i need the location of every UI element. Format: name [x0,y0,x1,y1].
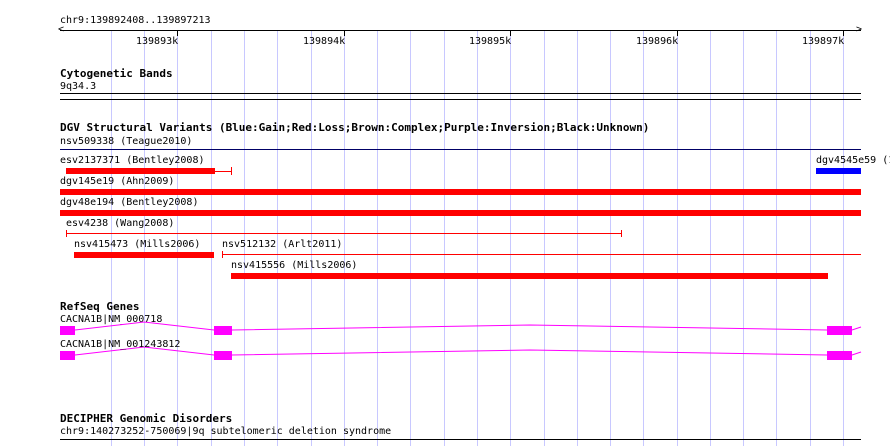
transcript-nm-000718-exon[interactable] [214,326,232,335]
decipher-track-title: DECIPHER Genomic Disorders [60,412,233,425]
transcript-label-nm-001243812: CACNA1B|NM_001243812 [60,339,181,350]
decipher-feature-label: chr9:140273252-750069|9q subtelomeric de… [60,426,392,437]
transcript-nm-000718-introns [74,321,862,356]
transcript-nm-001243812-exon[interactable] [827,351,852,360]
transcript-nm-001243812-exon[interactable] [60,351,75,360]
decipher-feature[interactable] [60,439,861,440]
transcript-nm-000718-exon[interactable] [60,326,75,335]
transcript-nm-001243812-exon[interactable] [214,351,232,360]
transcript-nm-000718-exon[interactable] [827,326,852,335]
